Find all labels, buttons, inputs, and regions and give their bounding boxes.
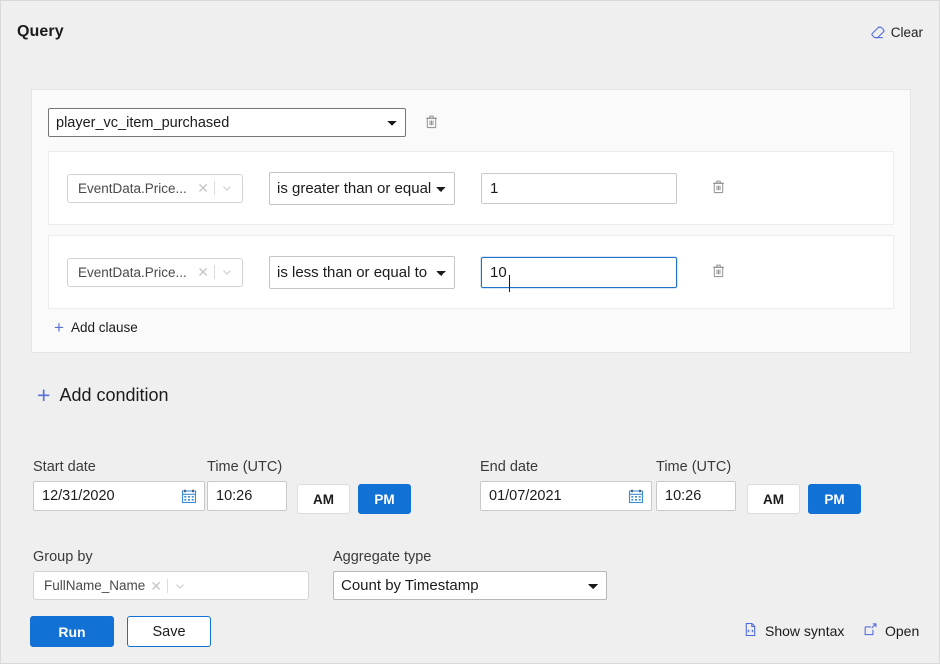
add-clause-button[interactable]: + Add clause bbox=[54, 319, 138, 336]
start-time-label: Time (UTC) bbox=[207, 459, 287, 475]
clear-label: Clear bbox=[891, 25, 923, 40]
clause-operator-select[interactable]: is greater than or equal to bbox=[269, 172, 455, 205]
close-icon[interactable]: ✕ bbox=[192, 265, 214, 279]
clause-operator-wrap: is less than or equal to bbox=[269, 256, 455, 289]
end-am-button[interactable]: AM bbox=[747, 484, 800, 514]
show-syntax-button[interactable]: Show syntax bbox=[743, 622, 844, 640]
open-button[interactable]: Open bbox=[863, 622, 919, 640]
plus-icon: + bbox=[54, 319, 64, 336]
text-cursor bbox=[509, 275, 510, 292]
show-syntax-label: Show syntax bbox=[765, 623, 844, 639]
delete-condition-button[interactable] bbox=[420, 112, 442, 134]
end-date-input-wrap bbox=[480, 481, 652, 511]
end-date-label: End date bbox=[480, 459, 652, 475]
start-time-input[interactable] bbox=[207, 481, 287, 511]
clause-row: EventData.Price... ✕ is less than or equ… bbox=[48, 235, 894, 309]
close-icon[interactable]: ✕ bbox=[192, 181, 214, 195]
trash-icon bbox=[711, 179, 726, 197]
group-by-value: FullName_Name bbox=[44, 578, 145, 593]
group-by-select[interactable]: FullName_Name ✕ bbox=[33, 571, 309, 600]
clause-value-input[interactable] bbox=[481, 257, 677, 288]
chevron-down-icon[interactable] bbox=[215, 182, 236, 194]
start-meridiem-group: AM bbox=[297, 484, 350, 514]
trash-icon bbox=[711, 263, 726, 281]
start-meridiem-group-pm: PM bbox=[358, 484, 411, 514]
page-header: Query Clear bbox=[1, 23, 940, 63]
aggregate-type-select[interactable]: Count by Timestamp bbox=[333, 571, 607, 600]
start-date-input[interactable] bbox=[33, 481, 205, 511]
run-button[interactable]: Run bbox=[30, 616, 114, 647]
clause-field-select[interactable]: EventData.Price... ✕ bbox=[67, 258, 243, 287]
chevron-down-icon[interactable] bbox=[215, 266, 236, 278]
aggregate-type-label: Aggregate type bbox=[333, 549, 607, 565]
add-condition-button[interactable]: + Add condition bbox=[37, 384, 169, 407]
calendar-icon[interactable] bbox=[628, 488, 644, 504]
start-pm-button[interactable]: PM bbox=[358, 484, 411, 514]
clause-field-select[interactable]: EventData.Price... ✕ bbox=[67, 174, 243, 203]
external-link-icon bbox=[863, 622, 878, 640]
start-am-button[interactable]: AM bbox=[297, 484, 350, 514]
event-selector-row: player_vc_item_purchased bbox=[48, 108, 894, 137]
clause-field-label: EventData.Price... bbox=[78, 265, 192, 280]
group-by-label: Group by bbox=[33, 549, 309, 565]
start-date-group: Start date bbox=[33, 459, 205, 511]
end-date-input[interactable] bbox=[480, 481, 652, 511]
clause-row: EventData.Price... ✕ is greater than or … bbox=[48, 151, 894, 225]
aggregate-type-group: Aggregate type Count by Timestamp bbox=[333, 549, 607, 600]
calendar-icon[interactable] bbox=[181, 488, 197, 504]
clause-operator-select[interactable]: is less than or equal to bbox=[269, 256, 455, 289]
footer-actions: Run Save Show syntax Open bbox=[1, 616, 940, 652]
condition-card: player_vc_item_purchased EventData.Price… bbox=[31, 89, 911, 353]
save-button[interactable]: Save bbox=[127, 616, 211, 647]
date-range-section: Start date bbox=[1, 453, 940, 523]
end-pm-button[interactable]: PM bbox=[808, 484, 861, 514]
eraser-icon bbox=[870, 25, 885, 40]
end-meridiem-group-pm: PM bbox=[808, 484, 861, 514]
end-date-group: End date bbox=[480, 459, 652, 511]
delete-clause-button[interactable] bbox=[707, 177, 729, 199]
chevron-down-icon[interactable] bbox=[168, 580, 189, 592]
query-builder-page: Query Clear player_vc_item_purchased bbox=[0, 0, 940, 664]
plus-icon: + bbox=[37, 384, 50, 407]
clear-button[interactable]: Clear bbox=[870, 25, 923, 40]
event-select[interactable]: player_vc_item_purchased bbox=[48, 108, 406, 137]
end-time-group: Time (UTC) bbox=[656, 459, 736, 511]
open-label: Open bbox=[885, 623, 919, 639]
close-icon[interactable]: ✕ bbox=[145, 579, 167, 593]
add-condition-label: Add condition bbox=[59, 385, 168, 406]
start-time-group: Time (UTC) bbox=[207, 459, 287, 511]
page-title: Query bbox=[17, 23, 64, 41]
end-time-label: Time (UTC) bbox=[656, 459, 736, 475]
code-document-icon bbox=[743, 622, 758, 640]
clause-value-input[interactable] bbox=[481, 173, 677, 204]
delete-clause-button[interactable] bbox=[707, 261, 729, 283]
group-by-group: Group by FullName_Name ✕ bbox=[33, 549, 309, 600]
clause-operator-wrap: is greater than or equal to bbox=[269, 172, 455, 205]
end-meridiem-group: AM bbox=[747, 484, 800, 514]
start-date-input-wrap bbox=[33, 481, 205, 511]
start-date-label: Start date bbox=[33, 459, 205, 475]
clause-field-label: EventData.Price... bbox=[78, 181, 192, 196]
end-time-input[interactable] bbox=[656, 481, 736, 511]
trash-icon bbox=[424, 114, 439, 132]
add-clause-label: Add clause bbox=[71, 320, 138, 335]
